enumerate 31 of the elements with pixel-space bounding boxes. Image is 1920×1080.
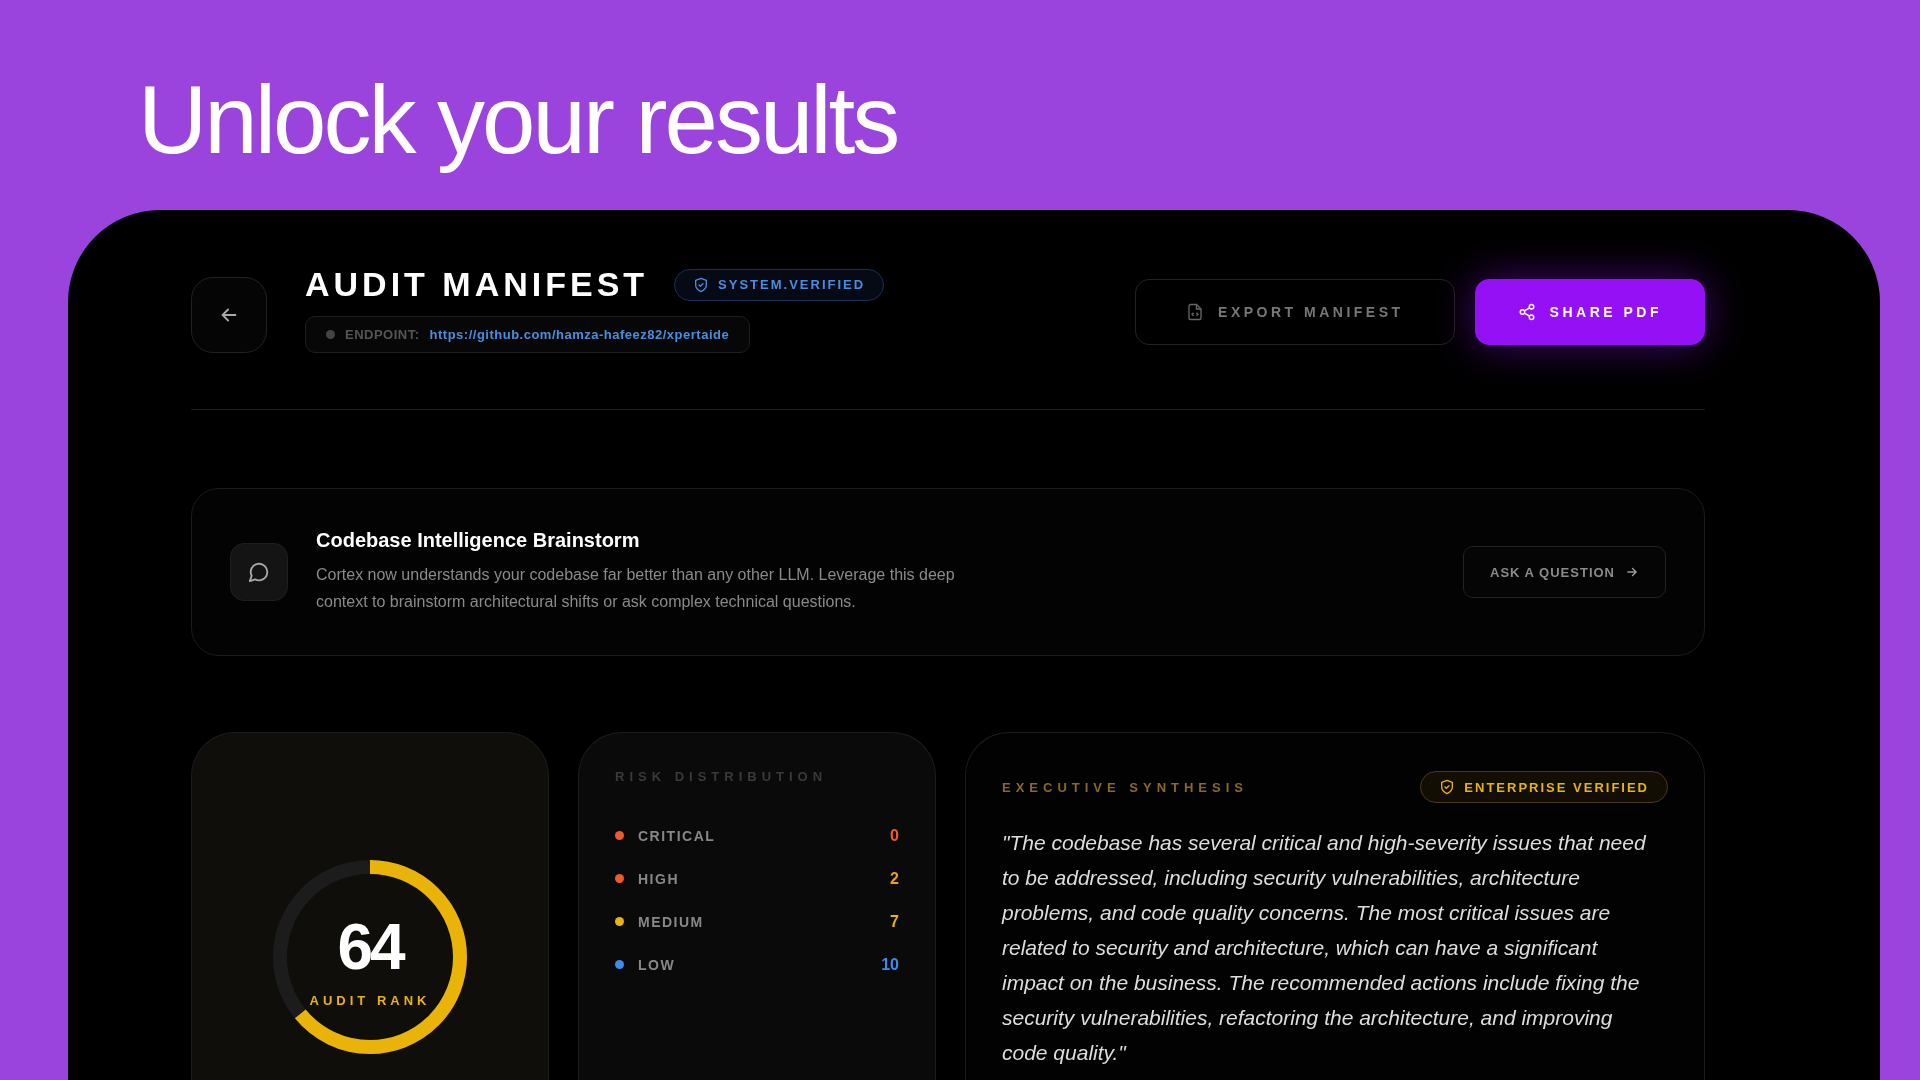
share-pdf-button[interactable]: SHARE PDF [1474, 279, 1705, 345]
severity-label: CRITICAL [638, 827, 717, 844]
shield-check-icon [1439, 779, 1456, 795]
score-value: 64 [337, 914, 403, 979]
page-title: AUDIT MANIFEST [305, 265, 649, 304]
synthesis-title: EXECUTIVE SYNTHESIS [1002, 779, 1248, 795]
score-label: AUDIT RANK [309, 992, 431, 1008]
severity-count: 0 [890, 826, 899, 845]
severity-count: 7 [890, 912, 899, 931]
status-dot-icon [326, 330, 335, 339]
severity-label: HIGH [638, 870, 680, 887]
severity-count: 2 [890, 869, 899, 888]
severity-label: MEDIUM [638, 913, 705, 930]
brainstorm-description: Cortex now understands your codebase far better than any other LLM. Leverage this deep context to brainstorm architectural shifts or ask complex technical questions. [316, 565, 956, 612]
severity-count: 10 [881, 955, 899, 974]
arrow-right-icon [1625, 565, 1639, 579]
share-icon [1517, 303, 1536, 321]
verified-badge: SYSTEM.VERIFIED [674, 268, 885, 301]
endpoint-label: ENDPOINT: [345, 327, 420, 342]
export-button[interactable]: EXPORT MANIFEST [1135, 279, 1455, 345]
synthesis-quote: "The codebase has several critical and high-severity issues that need to be addressed, including security vulnerabilities, architecture problems, and code quality concerns. The most critical issues are related to security and architecture, which can have a significant impact on the business. The recommended actions include fixing the security vulnerabilities, refactoring the architecture, and improving code quality." [1002, 830, 1647, 1066]
file-code-icon [1186, 302, 1205, 322]
brainstorm-title: Codebase Intelligence Brainstorm [316, 529, 641, 552]
endpoint-link[interactable]: https://github.com/hamza-hafeez82/xpertaide [429, 327, 730, 342]
enterprise-badge: ENTERPRISE VERIFIED [1420, 771, 1668, 803]
shield-check-icon [693, 276, 710, 293]
back-button[interactable] [191, 277, 267, 353]
chat-bubble-icon [248, 561, 270, 583]
severity-label: LOW [638, 956, 677, 973]
ask-question-button[interactable]: ASK A QUESTION [1463, 546, 1666, 598]
headline: Unlock your results [138, 72, 899, 175]
